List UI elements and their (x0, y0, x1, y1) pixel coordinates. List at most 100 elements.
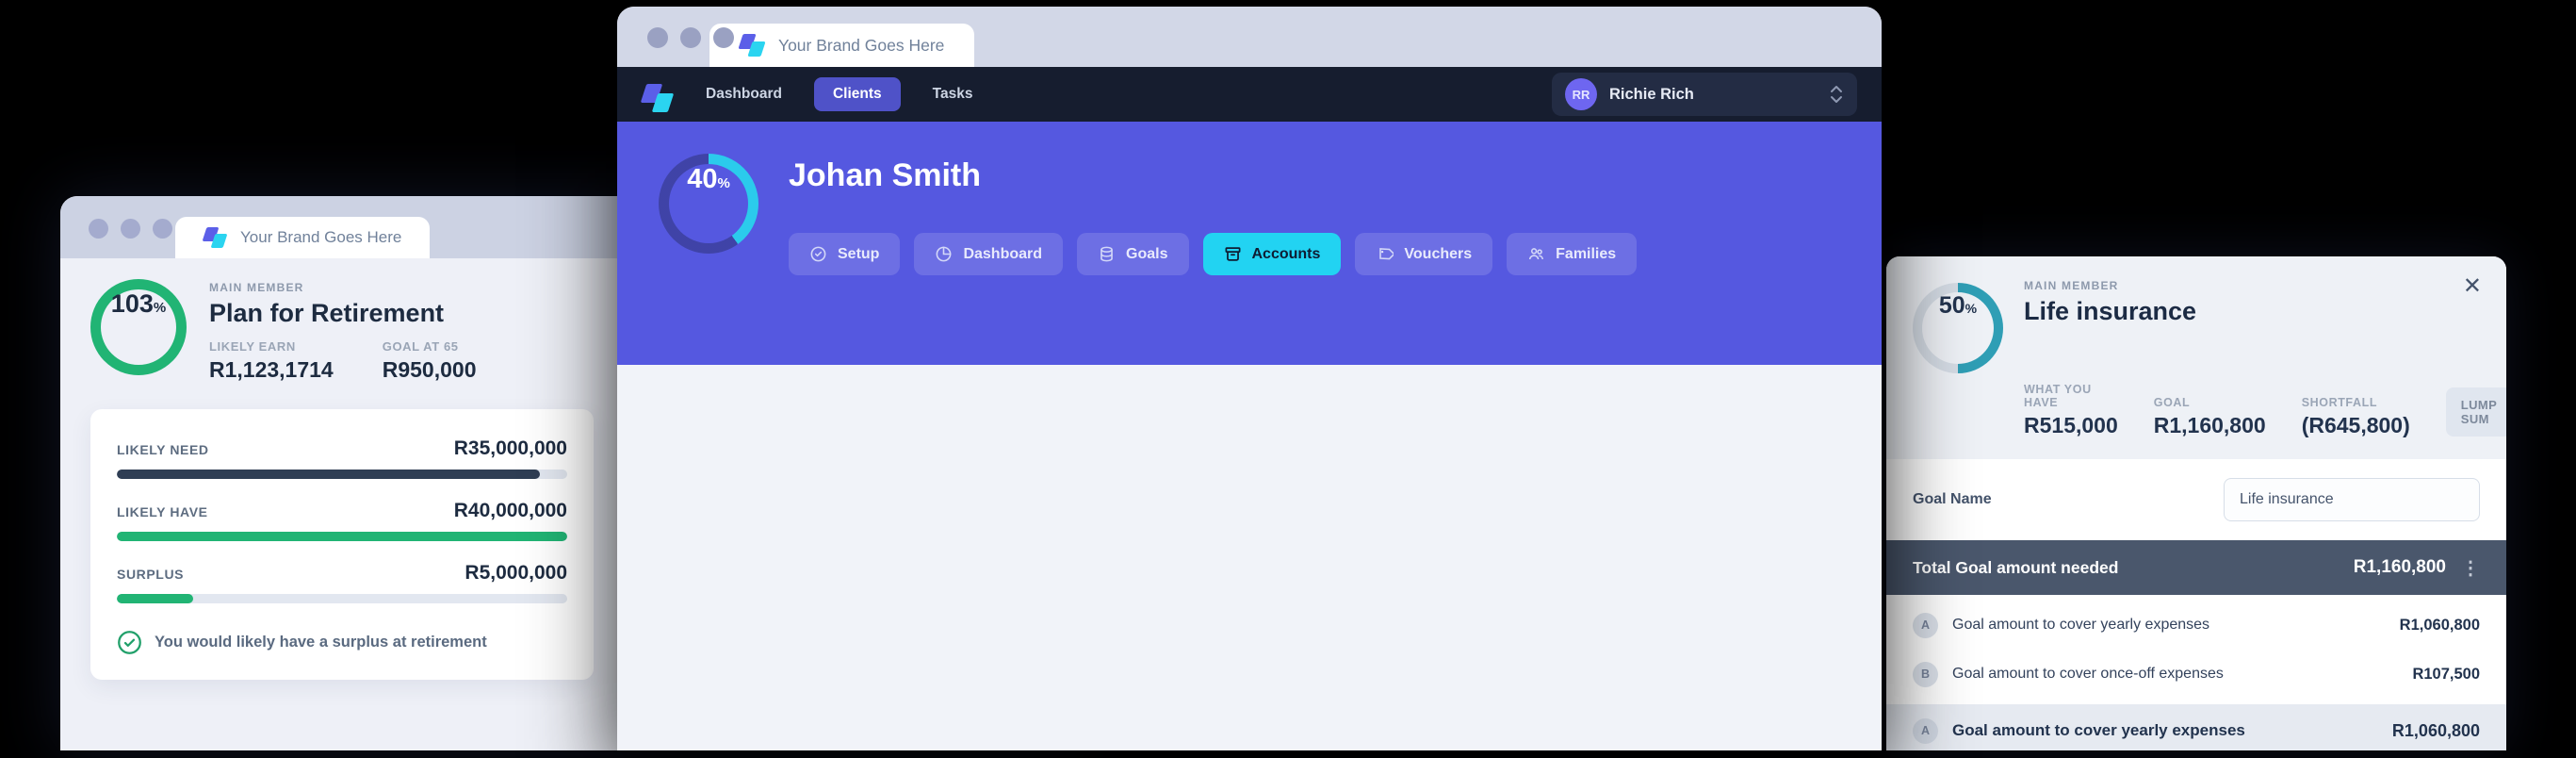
breakdown-row-b: B Goal amount to cover once-off expenses… (1913, 650, 2480, 699)
row-label: Goal amount to cover once-off expenses (1952, 666, 2224, 682)
user-name: Richie Rich (1609, 85, 1694, 103)
tab-label: Vouchers (1404, 245, 1473, 262)
window-dot[interactable] (121, 219, 140, 239)
stat-label: Goal (2153, 396, 2191, 409)
goal-title: Life insurance (2024, 297, 2197, 325)
goal-name-label: Goal Name (1913, 491, 1992, 507)
brand-logo-icon (202, 225, 228, 250)
people-icon (1529, 248, 1544, 260)
window-dot[interactable] (153, 219, 172, 239)
tab-accounts[interactable]: Accounts (1202, 233, 1342, 275)
lump-sum-toggle[interactable]: LUMP SUM (2445, 387, 2506, 437)
main-member-kicker: Main member (2024, 279, 2119, 292)
stat-value: R515,000 (2024, 413, 2118, 437)
likely-earn-stat: Likely earn R1,123,1714 (209, 339, 334, 383)
main-member-kicker: Main member (209, 281, 304, 294)
tab-label: Accounts (1251, 245, 1321, 262)
goal-progress-value: 50 (1938, 292, 1965, 319)
client-name: Johan Smith (789, 157, 982, 193)
section-label: Goal amount to cover yearly expenses (1952, 721, 2245, 739)
top-navbar: Dashboard Clients Tasks RR Richie Rich (617, 67, 1882, 122)
goal-name-input[interactable] (2224, 478, 2480, 521)
life-insurance-panel: ✕ 50% Main member Life insurance What yo… (1886, 256, 2506, 750)
client-hero: 40% Johan Smith Setup Dashboard Goals Ac… (617, 122, 1882, 365)
tab-label: Goals (1126, 245, 1168, 262)
client-progress-ring: 40% (659, 154, 758, 254)
window-dot[interactable] (713, 27, 734, 48)
window-controls[interactable] (89, 219, 172, 239)
brand-logo-icon (738, 32, 766, 58)
tab-label: Setup (838, 245, 880, 262)
archive-icon (1225, 247, 1240, 261)
client-window: Your Brand Goes Here Dashboard Clients T… (617, 7, 1882, 750)
goal-header: ✕ 50% Main member Life insurance What yo… (1886, 256, 2506, 459)
section-value: R1,060,800 (2391, 720, 2480, 740)
surplus-message: You would likely have a surplus at retir… (155, 634, 487, 651)
browser-tab-title: Your Brand Goes Here (240, 228, 402, 246)
bar-value: R5,000,000 (465, 562, 567, 584)
bar-label: Likely need (117, 442, 209, 457)
tab-label: Dashboard (963, 245, 1043, 262)
window-dot[interactable] (89, 219, 108, 239)
browser-tab[interactable]: Your Brand Goes Here (709, 24, 975, 67)
row-badge: A (1913, 717, 1938, 744)
browser-tab-title: Your Brand Goes Here (778, 35, 945, 55)
coins-icon (1101, 246, 1113, 262)
window-dot[interactable] (680, 27, 701, 48)
nav-item-dashboard[interactable]: Dashboard (706, 86, 782, 103)
window-controls[interactable] (647, 27, 734, 48)
percent-symbol: % (1965, 301, 1978, 316)
nav-item-clients[interactable]: Clients (813, 77, 901, 111)
badge-check-icon (810, 246, 826, 262)
bar-value: R35,000,000 (453, 437, 567, 459)
check-circle-icon (118, 631, 141, 654)
user-avatar: RR (1565, 78, 1597, 110)
progress-fill (117, 470, 541, 479)
browser-chrome: Your Brand Goes Here (617, 7, 1882, 67)
bar-label: Likely have (117, 504, 208, 519)
goal-at-65-stat: Goal at 65 R950,000 (383, 339, 477, 383)
breakdown-row-a: A Goal amount to cover yearly expenses R… (1913, 601, 2480, 650)
close-icon[interactable]: ✕ (2463, 275, 2482, 298)
tab-vouchers[interactable]: Vouchers (1355, 233, 1493, 275)
kebab-menu-icon[interactable]: ⋮ (2461, 556, 2480, 580)
chevron-updown-icon (1831, 86, 1842, 103)
progress-fill (117, 594, 194, 603)
percent-symbol: % (153, 300, 167, 316)
row-label: Goal amount to cover yearly expenses (1952, 617, 2210, 633)
goal-progress-ring: 50% (1913, 283, 2003, 373)
stat-label: Shortfall (2301, 396, 2378, 409)
row-value: R1,060,800 (2399, 616, 2480, 634)
bar-value: R40,000,000 (453, 500, 567, 521)
browser-tab[interactable]: Your Brand Goes Here (175, 217, 431, 258)
tab-dashboard[interactable]: Dashboard (914, 233, 1064, 275)
stat-label: Goal at 65 (382, 339, 459, 354)
percent-symbol: % (717, 175, 730, 191)
nav-item-tasks[interactable]: Tasks (933, 86, 973, 103)
retirement-summary-card: Likely need R35,000,000 Likely have R40,… (90, 409, 594, 680)
yearly-expenses-section-header: A Goal amount to cover yearly expenses R… (1886, 704, 2506, 750)
tab-setup[interactable]: Setup (789, 233, 901, 275)
stat-value: R1,160,800 (2153, 413, 2266, 437)
tag-icon (1379, 248, 1394, 260)
tab-goals[interactable]: Goals (1077, 233, 1189, 275)
tab-label: Families (1556, 245, 1617, 262)
likely-have-bar-row: Likely have R40,000,000 (117, 500, 567, 541)
bar-label: Surplus (117, 567, 185, 582)
tab-families[interactable]: Families (1507, 233, 1638, 275)
shortfall-stat: Shortfall (R645,800) (2302, 396, 2410, 438)
retirement-progress-ring: 103% (90, 279, 187, 375)
progress-track (117, 594, 567, 603)
stat-value: R1,123,1714 (209, 357, 334, 382)
stat-value: R950,000 (382, 357, 477, 382)
row-badge: B (1913, 661, 1938, 687)
window-dot[interactable] (647, 27, 668, 48)
user-menu[interactable]: RR Richie Rich (1552, 73, 1857, 116)
stat-label: What you have (2024, 383, 2092, 409)
client-progress-value: 40 (687, 164, 718, 194)
progress-fill (117, 532, 567, 541)
row-badge: A (1913, 612, 1938, 638)
progress-track (117, 532, 567, 541)
composite-stage: Your Brand Goes Here 103% Main member Pl… (0, 0, 2576, 758)
surplus-bar-row: Surplus R5,000,000 (117, 562, 567, 603)
